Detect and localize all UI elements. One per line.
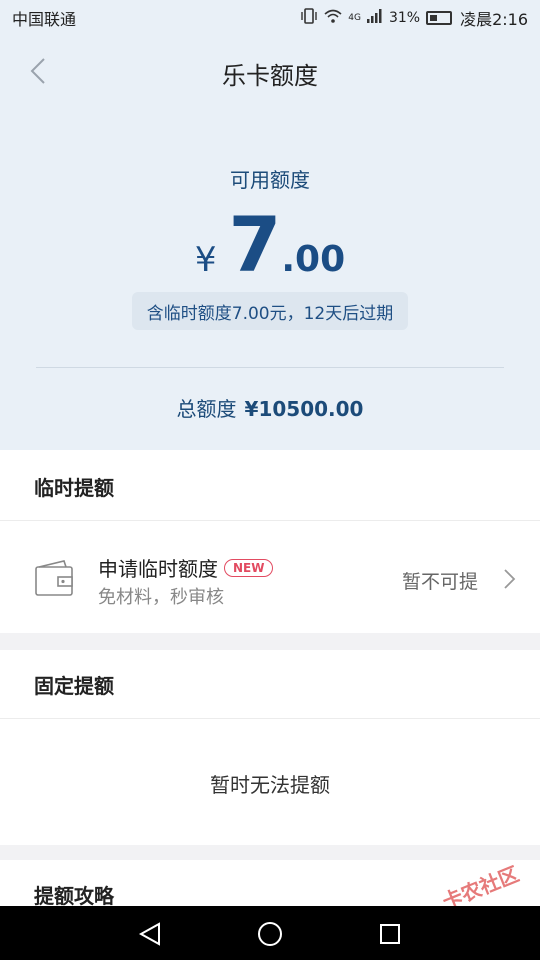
fixed-raise-header: 固定提额 xyxy=(0,650,540,718)
amount-decimal: .00 xyxy=(281,239,346,280)
apply-temp-credit-title: 申请临时额度 NEW xyxy=(98,553,274,582)
battery-icon xyxy=(426,11,453,25)
wallet-icon xyxy=(35,560,73,596)
apply-title-text: 申请临时额度 xyxy=(98,557,218,581)
apply-status: 暂不可提 xyxy=(402,571,479,593)
no-raise-message: 暂时无法提额 xyxy=(210,773,330,797)
clock: 凌晨2:16 xyxy=(460,10,528,29)
nav-home-button[interactable] xyxy=(256,920,284,948)
total-credit: 总额度 ¥10500.00 xyxy=(0,393,540,422)
credit-summary: 可用额度 ¥7.00 含临时额度7.00元，12天后过期 总额度 ¥10500.0… xyxy=(0,110,540,450)
section-title-tips: 提额攻略 xyxy=(34,884,114,908)
page-header: 乐卡额度 xyxy=(0,36,540,110)
new-badge: NEW xyxy=(224,558,274,577)
total-credit-value: ¥10500.00 xyxy=(244,397,364,421)
circle-home-icon xyxy=(258,922,282,946)
fixed-raise-body: 暂时无法提额 xyxy=(0,719,540,845)
back-button[interactable] xyxy=(26,56,50,86)
wifi-icon xyxy=(324,9,342,27)
currency-symbol: ¥ xyxy=(194,240,217,280)
chevron-right-icon xyxy=(504,569,516,589)
available-credit-label: 可用额度 xyxy=(230,168,310,192)
square-recents-icon xyxy=(380,924,400,944)
temporary-credit-note: 含临时额度7.00元，12天后过期 xyxy=(132,292,408,330)
nav-back-button[interactable] xyxy=(136,920,164,948)
apply-temp-credit-row[interactable]: 申请临时额度 NEW 免材料，秒审核 暂不可提 xyxy=(0,521,540,633)
amount-integer: 7 xyxy=(228,200,282,289)
status-right: 4G 31% 凌晨2:16 xyxy=(300,6,528,30)
carrier-label: 中国联通 xyxy=(12,10,77,29)
battery-percent: 31% xyxy=(388,10,421,26)
divider xyxy=(36,367,504,368)
apply-temp-credit-subtitle: 免材料，秒审核 xyxy=(98,587,224,608)
chevron-left-icon xyxy=(30,58,45,84)
status-bar: 中国联通 4G 31% 凌晨2:16 xyxy=(0,0,540,36)
signal-icon xyxy=(366,9,383,27)
vibrate-icon xyxy=(300,8,318,28)
total-credit-label: 总额度 xyxy=(176,397,237,421)
network-type-label: 4G xyxy=(348,13,361,23)
system-nav-bar xyxy=(0,906,540,960)
temp-raise-header: 临时提额 xyxy=(0,450,540,520)
triangle-back-icon xyxy=(138,922,160,946)
status-icons: 4G 31% xyxy=(300,8,453,28)
section-title-temp-raise: 临时提额 xyxy=(34,476,114,500)
page-title: 乐卡额度 xyxy=(222,61,318,90)
nav-recents-button[interactable] xyxy=(376,920,404,948)
section-title-fixed-raise: 固定提额 xyxy=(34,674,114,698)
available-credit-amount: ¥7.00 xyxy=(0,200,540,289)
